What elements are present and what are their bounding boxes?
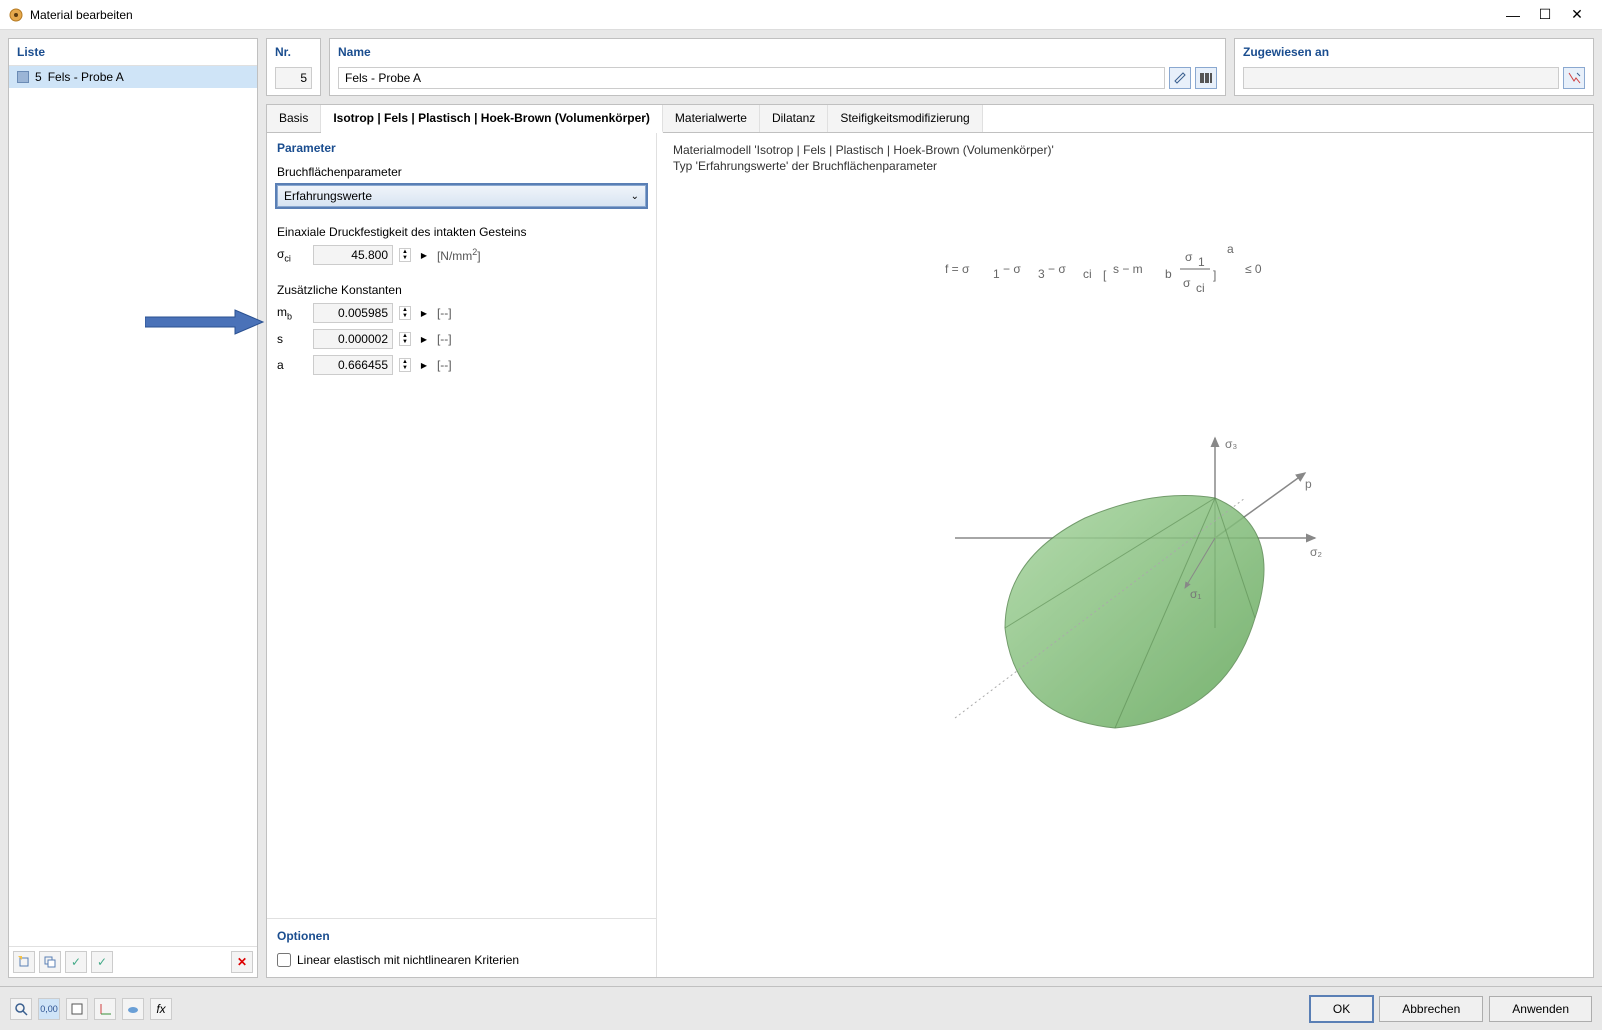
assigned-input[interactable] [1243,67,1559,89]
svg-text:]: ] [1213,268,1216,282]
new-button[interactable] [13,951,35,973]
cancel-button[interactable]: Abbrechen [1379,996,1483,1022]
search-button[interactable] [10,998,32,1020]
pointer-arrow-icon [145,307,265,337]
a-symbol: a [277,358,307,372]
bfp-value: Erfahrungswerte [284,189,372,203]
copy-button[interactable] [39,951,61,973]
name-input[interactable] [338,67,1165,89]
check1-button[interactable]: ✓ [65,951,87,973]
a-input[interactable] [313,355,393,375]
list-item-name: Fels - Probe A [48,70,124,84]
svg-text:[: [ [1103,268,1107,282]
linear-elastic-checkbox[interactable] [277,953,291,967]
tab-bar: Basis Isotrop | Fels | Plastisch | Hoek-… [267,105,1593,133]
tab-isotrop[interactable]: Isotrop | Fels | Plastisch | Hoek-Brown … [321,105,663,133]
mb-input[interactable] [313,303,393,323]
name-label: Name [338,45,1217,59]
svg-text:σ₂: σ₂ [1310,545,1322,559]
s-menu-button[interactable]: ▶ [417,332,431,346]
sigma-ci-symbol: σci [277,247,307,263]
assigned-box: Zugewiesen an [1234,38,1594,96]
pick-assign-button[interactable] [1563,67,1585,89]
tab-dilatanz[interactable]: Dilatanz [760,105,828,132]
mb-menu-button[interactable]: ▶ [417,306,431,320]
linear-elastic-label: Linear elastisch mit nichtlinearen Krite… [297,953,519,967]
svg-text:σ₁: σ₁ [1190,587,1201,601]
sigma-ci-menu-button[interactable]: ▶ [417,248,431,262]
svg-text:1: 1 [993,267,1000,281]
options-title: Optionen [277,929,646,943]
svg-text:ci: ci [1083,267,1092,281]
material-swatch-icon [17,71,29,83]
list-header: Liste [9,39,257,66]
close-button[interactable]: ✕ [1570,8,1584,22]
svg-text:b: b [1165,267,1172,281]
name-box: Name [329,38,1226,96]
svg-text:s − m: s − m [1113,262,1143,276]
a-unit: [--] [437,358,452,372]
svg-text:− σ: − σ [1048,262,1066,276]
list-panel: Liste 5 Fels - Probe A ✓ ✓ ✕ [8,38,258,978]
nr-input[interactable] [275,67,312,89]
app-icon [8,7,24,23]
assigned-label: Zugewiesen an [1243,45,1585,59]
material-list[interactable]: 5 Fels - Probe A [9,66,257,946]
s-symbol: s [277,332,307,346]
maximize-button[interactable]: ☐ [1538,8,1552,22]
delete-button[interactable]: ✕ [231,951,253,973]
ok-button[interactable]: OK [1310,996,1373,1022]
svg-text:3: 3 [1038,267,1045,281]
svg-text:− σ: − σ [1003,262,1021,276]
s-input[interactable] [313,329,393,349]
svg-text:σ: σ [1185,250,1193,264]
sigma-ci-input[interactable] [313,245,393,265]
svg-text:a: a [1227,242,1234,256]
list-item-num: 5 [35,70,42,84]
apply-button[interactable]: Anwenden [1489,996,1592,1022]
sigma-ci-unit: [N/mm2] [437,247,481,263]
svg-text:σ₃: σ₃ [1225,437,1237,451]
a-menu-button[interactable]: ▶ [417,358,431,372]
bfp-dropdown[interactable]: Erfahrungswerte [277,185,646,207]
mb-symbol: mb [277,305,307,321]
nr-label: Nr. [275,45,312,59]
list-item[interactable]: 5 Fels - Probe A [9,66,257,88]
titlebar: Material bearbeiten — ☐ ✕ [0,0,1602,30]
svg-text:1: 1 [1198,255,1205,269]
tab-basis[interactable]: Basis [267,105,321,132]
const-label: Zusätzliche Konstanten [277,283,646,297]
fx-button[interactable]: fx [150,998,172,1020]
window-title: Material bearbeiten [30,8,1506,22]
bfp-label: Bruchflächenparameter [277,165,646,179]
tab-steifigkeit[interactable]: Steifigkeitsmodifizierung [828,105,982,132]
s-spinner[interactable]: ▲▼ [399,332,411,346]
svg-text:p: p [1305,477,1312,491]
svg-text:f = σ: f = σ [945,262,970,276]
units-button[interactable]: 0,00 [38,998,60,1020]
cloud-button[interactable] [122,998,144,1020]
minimize-button[interactable]: — [1506,8,1520,22]
info-line-2: Typ 'Erfahrungswerte' der Bruchflächenpa… [673,159,1577,173]
mb-spinner[interactable]: ▲▼ [399,306,411,320]
tab-materialwerte[interactable]: Materialwerte [663,105,760,132]
library-button[interactable] [1195,67,1217,89]
check2-button[interactable]: ✓ [91,951,113,973]
color-button[interactable] [66,998,88,1020]
parameter-title: Parameter [277,141,646,155]
sigma-ci-spinner[interactable]: ▲▼ [399,248,411,262]
formula-display: f = σ 1 − σ 3 − σ ci [ s − m b σ 1 [673,233,1577,308]
edit-name-button[interactable] [1169,67,1191,89]
a-spinner[interactable]: ▲▼ [399,358,411,372]
svg-text:≤ 0: ≤ 0 [1245,262,1262,276]
svg-text:σ: σ [1183,276,1191,290]
uniax-label: Einaxiale Druckfestigkeit des intakten G… [277,225,646,239]
axis-button[interactable] [94,998,116,1020]
svg-text:ci: ci [1196,281,1205,295]
yield-surface-diagram: σ₃ σ₂ p [673,428,1577,758]
s-unit: [--] [437,332,452,346]
mb-unit: [--] [437,306,452,320]
nr-box: Nr. [266,38,321,96]
info-line-1: Materialmodell 'Isotrop | Fels | Plastis… [673,143,1577,157]
